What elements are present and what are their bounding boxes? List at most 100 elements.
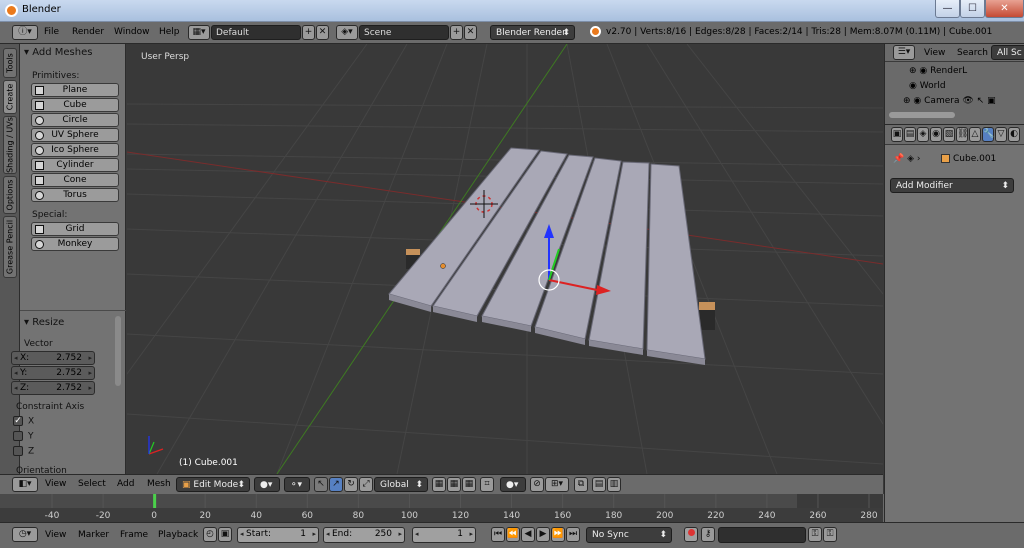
scene-tab-icon[interactable]: ◈ [917, 127, 929, 142]
layer-icon[interactable]: ▦ [447, 477, 461, 492]
decrement-icon[interactable]: ◂ [326, 528, 330, 540]
snap-icon[interactable]: ⊘ [530, 477, 544, 492]
editor-type-3d-icon[interactable]: ◧▾ [12, 477, 38, 492]
jump-end-icon[interactable]: ⏭ [566, 527, 580, 542]
scene-icon[interactable]: ◈▾ [336, 25, 358, 40]
add-uv-sphere-button[interactable]: UV Sphere [31, 128, 119, 142]
screen-layout-field[interactable]: Default [211, 25, 301, 40]
constraint-y-checkbox[interactable]: Y [13, 431, 34, 442]
play-reverse-icon[interactable]: ◀ [521, 527, 535, 542]
object-data-tab-icon[interactable]: △ [969, 127, 981, 142]
render-engine-dropdown[interactable]: Blender Render ⬍ [490, 25, 575, 40]
resize-header[interactable]: ▾ Resize [24, 317, 64, 328]
add-plane-button[interactable]: Plane [31, 83, 119, 97]
screen-layout-icon[interactable]: ▦▾ [188, 25, 210, 40]
scale-manipulator-icon[interactable]: ⤢ [359, 477, 373, 492]
preview-range-icon[interactable]: ◴ [203, 527, 217, 542]
layer-icon[interactable]: ▦ [462, 477, 476, 492]
menu-mesh[interactable]: Mesh [147, 479, 171, 489]
constraint-z-checkbox[interactable]: Z [13, 446, 34, 457]
scene-field[interactable]: Scene [359, 25, 449, 40]
minimize-button[interactable]: — [935, 0, 960, 18]
pin-icon[interactable]: 📌 ◈ › [893, 154, 920, 164]
constraints-tab-icon[interactable]: ⛓ [956, 127, 968, 142]
current-frame-cursor[interactable] [153, 494, 157, 508]
decrement-icon[interactable]: ◂ [14, 352, 18, 364]
close-button[interactable]: ✕ [985, 0, 1024, 18]
jump-start-icon[interactable]: ⏮ [491, 527, 505, 542]
rotate-manipulator-icon[interactable]: ↻ [344, 477, 358, 492]
increment-icon[interactable]: ▸ [88, 352, 92, 364]
increment-icon[interactable]: ▸ [398, 528, 402, 540]
menu-window[interactable]: Window [114, 27, 150, 37]
start-frame-field[interactable]: ◂ Start: 1 ▸ [237, 527, 319, 543]
layer-icon[interactable]: ▦ [432, 477, 446, 492]
add-circle-button[interactable]: Circle [31, 113, 119, 127]
outliner-scrollbar[interactable] [889, 112, 955, 118]
render-still-icon[interactable]: ▤ [592, 477, 606, 492]
select-arrow-icon[interactable]: ↖ [977, 96, 985, 106]
record-icon[interactable] [684, 527, 698, 542]
tab-create[interactable]: Create [3, 80, 17, 114]
menu-select[interactable]: Select [78, 479, 106, 489]
proportional-edit-dropdown[interactable]: ●▾ [500, 477, 526, 492]
viewport-shading-dropdown[interactable]: ●▾ [254, 477, 280, 492]
editor-type-outliner-icon[interactable]: ☰▾ [893, 45, 915, 60]
menu-help[interactable]: Help [159, 27, 180, 37]
current-frame-field[interactable]: ◂ 1 ▸ [412, 527, 476, 543]
tab-options[interactable]: Options [3, 176, 17, 214]
add-modifier-dropdown[interactable]: Add Modifier ⬍ [890, 178, 1014, 193]
increment-icon[interactable]: ▸ [88, 382, 92, 394]
mode-dropdown[interactable]: ▣ Edit Mode ⬍ [176, 477, 250, 492]
remove-scene-icon[interactable]: ✕ [464, 25, 477, 40]
increment-icon[interactable]: ▸ [88, 367, 92, 379]
decrement-icon[interactable]: ◂ [14, 367, 18, 379]
increment-icon[interactable]: ▸ [312, 528, 316, 540]
insert-keyframe-icon[interactable]: ⚿ [808, 527, 822, 542]
render-animation-icon[interactable]: ▥ [607, 477, 621, 492]
planks[interactable] [388, 147, 706, 360]
outliner-row-camera[interactable]: ⊕ ◉ Camera 👁 ↖ ▣ [903, 96, 996, 106]
translate-manipulator-icon[interactable]: ↗ [329, 477, 343, 492]
tab-shading-uvs[interactable]: Shading / UVs [3, 116, 17, 174]
manipulator-toggle-icon[interactable]: ↖ [314, 477, 328, 492]
maximize-button[interactable]: ☐ [960, 0, 985, 18]
world-tab-icon[interactable]: ◉ [930, 127, 942, 142]
outliner-search-menu[interactable]: Search [957, 48, 988, 58]
keying-set-field[interactable] [718, 527, 806, 543]
snap-target-icon[interactable]: ⊞▾ [545, 477, 569, 492]
render-camera-icon[interactable]: ▣ [987, 96, 996, 106]
next-keyframe-icon[interactable]: ⏩ [551, 527, 565, 542]
timeline[interactable]: -40 -20 0 20 40 60 80 100 120 140 160 180 200 220 240 2… [0, 494, 883, 522]
material-tab-icon[interactable]: ◐ [1008, 127, 1020, 142]
resize-x-field[interactable]: ◂ X: 2.752 ▸ [11, 351, 95, 365]
3d-viewport[interactable]: User Persp (1) Cube.001 [127, 44, 883, 474]
add-grid-button[interactable]: Grid [31, 222, 119, 236]
lock-icon[interactable]: ▣ [218, 527, 232, 542]
outliner-filter-dropdown[interactable]: All Sc [991, 45, 1024, 60]
copy-icon[interactable]: ⧉ [574, 477, 588, 492]
constraint-x-checkbox[interactable]: ✓ X [13, 416, 34, 427]
resize-y-field[interactable]: ◂ Y: 2.752 ▸ [11, 366, 95, 380]
shelf-scrollbar[interactable] [115, 316, 121, 386]
add-cone-button[interactable]: Cone [31, 173, 119, 187]
outliner-row-world[interactable]: ◉ World [909, 81, 946, 91]
menu-add[interactable]: Add [117, 479, 134, 489]
delete-keyframe-icon[interactable]: ⚿ [823, 527, 837, 542]
object-tab-icon[interactable]: ▧ [943, 127, 955, 142]
render-layers-tab-icon[interactable]: ▤ [904, 127, 916, 142]
add-ico-sphere-button[interactable]: Ico Sphere [31, 143, 119, 157]
add-meshes-header[interactable]: ▾ Add Meshes [24, 47, 92, 58]
orientation-dropdown[interactable]: Global ⬍ [374, 477, 428, 492]
add-monkey-button[interactable]: Monkey [31, 237, 119, 251]
menu-frame[interactable]: Frame [120, 530, 148, 540]
keying-icon[interactable]: ⚷ [701, 527, 715, 542]
prev-keyframe-icon[interactable]: ⏪ [506, 527, 520, 542]
add-scene-icon[interactable]: + [450, 25, 463, 40]
resize-z-field[interactable]: ◂ Z: 2.752 ▸ [11, 381, 95, 395]
editor-type-timeline-icon[interactable]: ◷▾ [12, 527, 38, 542]
tab-tools[interactable]: Tools [3, 48, 17, 78]
decrement-icon[interactable]: ◂ [14, 382, 18, 394]
menu-marker[interactable]: Marker [78, 530, 109, 540]
add-torus-button[interactable]: Torus [31, 188, 119, 202]
